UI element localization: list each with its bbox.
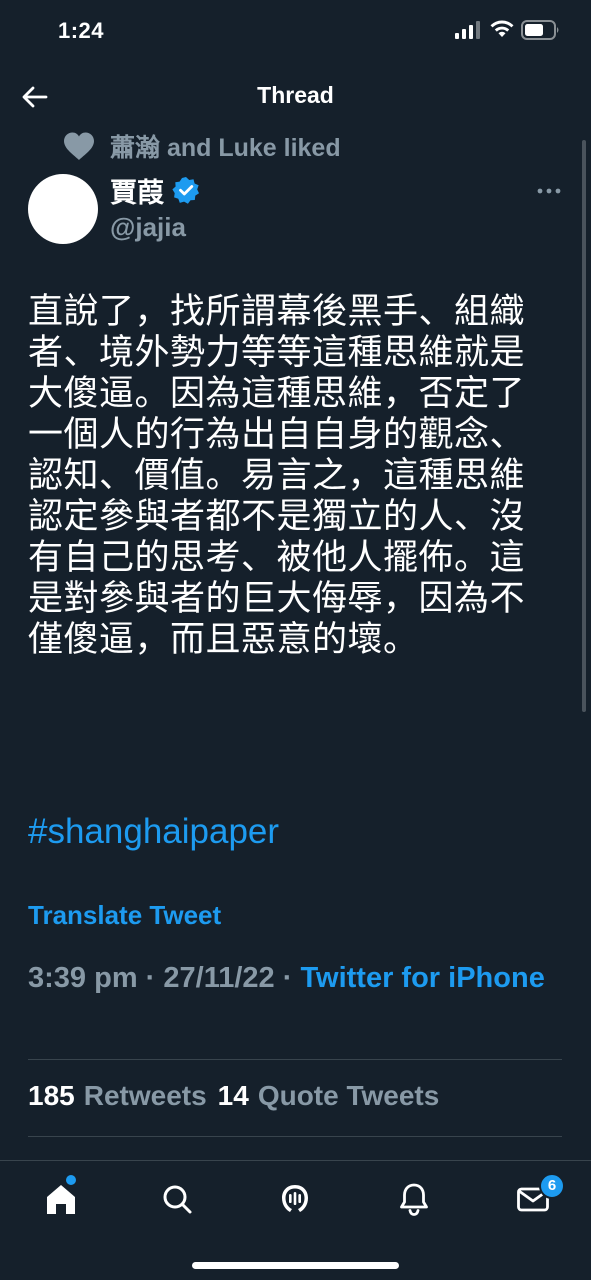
tweet-time: 3:39 pm <box>28 962 138 994</box>
spaces-icon[interactable] <box>275 1179 315 1219</box>
status-time: 1:24 <box>58 18 105 43</box>
battery-icon <box>521 20 559 40</box>
status-bar: 1:24 <box>0 0 591 64</box>
divider <box>28 1136 562 1137</box>
meta-separator: · <box>282 962 301 994</box>
quotes-label: Quote Tweets <box>257 1080 440 1111</box>
home-indicator[interactable] <box>192 1262 399 1269</box>
author-handle[interactable]: @jajia <box>110 212 186 243</box>
back-arrow-icon[interactable] <box>20 82 50 112</box>
quotes-count: 14 <box>217 1080 249 1111</box>
retweets-count: 185 <box>28 1080 75 1111</box>
divider <box>28 1059 562 1060</box>
quote-tweets-stat[interactable]: 14 Quote Tweets <box>218 1080 440 1112</box>
heart-icon <box>64 132 94 160</box>
avatar[interactable] <box>28 174 98 244</box>
notifications-bell-icon[interactable] <box>394 1179 434 1219</box>
retweets-label: Retweets <box>83 1080 207 1111</box>
meta-separator: · <box>145 962 164 994</box>
more-options-icon[interactable] <box>536 180 562 202</box>
author-name-row[interactable]: 賈葭 <box>110 172 200 208</box>
tweet-stats: 185 Retweets 14 Quote Tweets <box>28 1080 439 1112</box>
tweet-source-link[interactable]: Twitter for iPhone <box>300 962 544 994</box>
tweet-metadata: 3:39 pm · 27/11/22 · Twitter for iPhone <box>28 958 548 999</box>
tweet-date: 27/11/22 <box>163 962 275 994</box>
cellular-signal-icon <box>455 21 480 39</box>
tweet-text: 直說了，找所謂幕後黑手、組織者、境外勢力等等這種思維就是大傻逼。因為這種思維，否… <box>28 292 526 660</box>
retweets-stat[interactable]: 185 Retweets <box>28 1080 207 1112</box>
messages-badge: 6 <box>539 1173 565 1199</box>
scrollbar[interactable] <box>582 140 586 712</box>
page-title: Thread <box>257 82 334 108</box>
social-context: 蕭瀚 and Luke liked <box>62 128 341 164</box>
translate-tweet-button[interactable]: Translate Tweet <box>28 900 221 931</box>
search-icon[interactable] <box>157 1179 197 1219</box>
hashtag-link[interactable]: #shanghaipaper <box>28 812 279 852</box>
social-context-text: 蕭瀚 and Luke liked <box>110 134 341 162</box>
wifi-icon <box>490 20 514 37</box>
navigation-bar: Thread <box>0 64 591 128</box>
home-unread-dot <box>66 1175 76 1185</box>
home-icon[interactable] <box>41 1179 81 1219</box>
verified-badge-icon <box>172 177 199 204</box>
author-name[interactable]: 賈葭 <box>110 171 164 210</box>
